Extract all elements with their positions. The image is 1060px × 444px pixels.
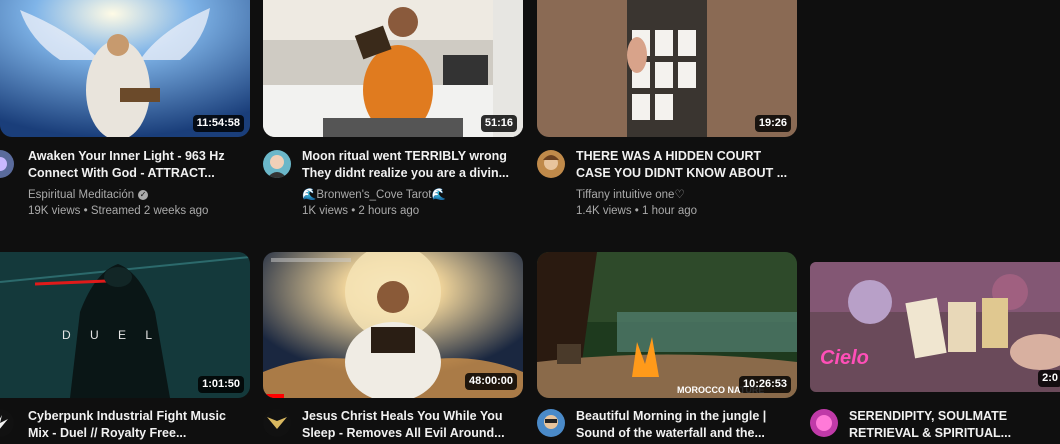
video-card[interactable]: Cielo 2:0 SERENDIPITY, SOULMATE RETRIEVA… bbox=[810, 262, 1060, 444]
video-title-line: CASE YOU DIDNT KNOW ABOUT ... bbox=[576, 166, 788, 180]
channel-name[interactable]: Espiritual Meditación ✓ bbox=[28, 187, 149, 203]
video-title[interactable]: Moon ritual went TERRIBLY wrong They did… bbox=[302, 148, 512, 182]
video-duration: 51:16 bbox=[480, 115, 517, 132]
channel-name[interactable]: Tiffany intuitive one♡ bbox=[576, 187, 685, 203]
video-title[interactable]: Beautiful Morning in the jungle | Sound … bbox=[576, 408, 791, 442]
video-duration: 11:54:58 bbox=[192, 115, 244, 132]
channel-avatar-icon[interactable] bbox=[537, 150, 565, 178]
video-thumbnail[interactable]: Cielo 2:0 bbox=[810, 262, 1060, 392]
video-duration: 2:0 bbox=[1038, 370, 1060, 387]
channel-avatar-icon[interactable] bbox=[0, 409, 14, 437]
video-title[interactable]: Cyberpunk Industrial Fight Music Mix - D… bbox=[28, 408, 243, 442]
video-thumbnail[interactable]: D U E L 1:01:50 bbox=[0, 252, 250, 398]
video-duration: 1:01:50 bbox=[198, 376, 244, 393]
video-card[interactable]: 48:00:00 Jesus Christ Heals You While Yo… bbox=[263, 252, 523, 444]
video-thumbnail[interactable]: 11:54:58 bbox=[0, 0, 250, 137]
video-title-line: Beautiful Morning in the jungle | bbox=[576, 409, 767, 423]
video-title-line: Connect With God - ATTRACT... bbox=[28, 166, 215, 180]
channel-avatar-icon[interactable] bbox=[0, 150, 14, 178]
video-stats: 19K views • Streamed 2 weeks ago bbox=[28, 205, 209, 217]
video-thumbnail[interactable]: MOROCCO NATURE 10:26:53 bbox=[537, 252, 797, 398]
video-title[interactable]: Awaken Your Inner Light - 963 Hz Connect… bbox=[28, 148, 243, 182]
video-title-line: SERENDIPITY, SOULMATE bbox=[849, 409, 1008, 423]
video-thumbnail[interactable]: 19:26 bbox=[537, 0, 797, 137]
channel-name-text: Espiritual Meditación bbox=[28, 189, 135, 201]
video-title-line: Mix - Duel // Royalty Free... bbox=[28, 426, 187, 440]
video-title-line: THERE WAS A HIDDEN COURT bbox=[576, 149, 762, 163]
channel-avatar-icon[interactable] bbox=[263, 150, 291, 178]
video-thumbnail[interactable]: 48:00:00 bbox=[263, 252, 523, 398]
video-title-line: Awaken Your Inner Light - 963 Hz bbox=[28, 149, 225, 163]
channel-avatar-icon[interactable] bbox=[263, 409, 291, 437]
video-card[interactable]: 11:54:58 Awaken Your Inner Light - 963 H… bbox=[0, 0, 250, 230]
video-title[interactable]: THERE WAS A HIDDEN COURT CASE YOU DIDNT … bbox=[576, 148, 791, 182]
channel-avatar-icon[interactable] bbox=[810, 409, 838, 437]
video-thumbnail[interactable]: 51:16 bbox=[263, 0, 523, 137]
video-duration: 19:26 bbox=[754, 115, 791, 132]
video-stats: 1K views • 2 hours ago bbox=[302, 205, 420, 217]
channel-name[interactable]: 🌊Bronwen's_Cove Tarot🌊 bbox=[302, 187, 446, 203]
verified-badge-icon: ✓ bbox=[138, 189, 149, 200]
thumbnail-label-icon bbox=[271, 258, 351, 262]
watch-progress-bar bbox=[263, 394, 284, 398]
video-title-line: They didnt realize you are a divin... bbox=[302, 166, 510, 180]
video-title-line: Sleep - Removes All Evil Around... bbox=[302, 426, 505, 440]
video-duration: 48:00:00 bbox=[464, 373, 517, 390]
video-stats: 1.4K views • 1 hour ago bbox=[576, 205, 698, 217]
video-card[interactable]: MOROCCO NATURE 10:26:53 Beautiful Mornin… bbox=[537, 252, 797, 444]
video-title[interactable]: Jesus Christ Heals You While You Sleep -… bbox=[302, 408, 517, 442]
video-card[interactable]: D U E L 1:01:50 Cyberpunk Industrial Fig… bbox=[0, 252, 250, 444]
thumbnail-text: Cielo bbox=[820, 347, 869, 369]
channel-avatar-icon[interactable] bbox=[537, 409, 565, 437]
video-title-line: RETRIEVAL & SPIRITUAL... bbox=[849, 426, 1012, 440]
video-card[interactable]: 51:16 Moon ritual went TERRIBLY wrong Th… bbox=[263, 0, 523, 230]
video-card[interactable]: 19:26 THERE WAS A HIDDEN COURT CASE YOU … bbox=[537, 0, 797, 230]
thumbnail-text: D U E L bbox=[62, 328, 161, 342]
video-title-line: Moon ritual went TERRIBLY wrong bbox=[302, 149, 507, 163]
video-title-line: Sound of the waterfall and the... bbox=[576, 426, 765, 440]
video-duration: 10:26:53 bbox=[738, 376, 791, 393]
video-title-line: Jesus Christ Heals You While You bbox=[302, 409, 503, 423]
video-title[interactable]: SERENDIPITY, SOULMATE RETRIEVAL & SPIRIT… bbox=[849, 408, 1054, 442]
video-title-line: Cyberpunk Industrial Fight Music bbox=[28, 409, 226, 423]
